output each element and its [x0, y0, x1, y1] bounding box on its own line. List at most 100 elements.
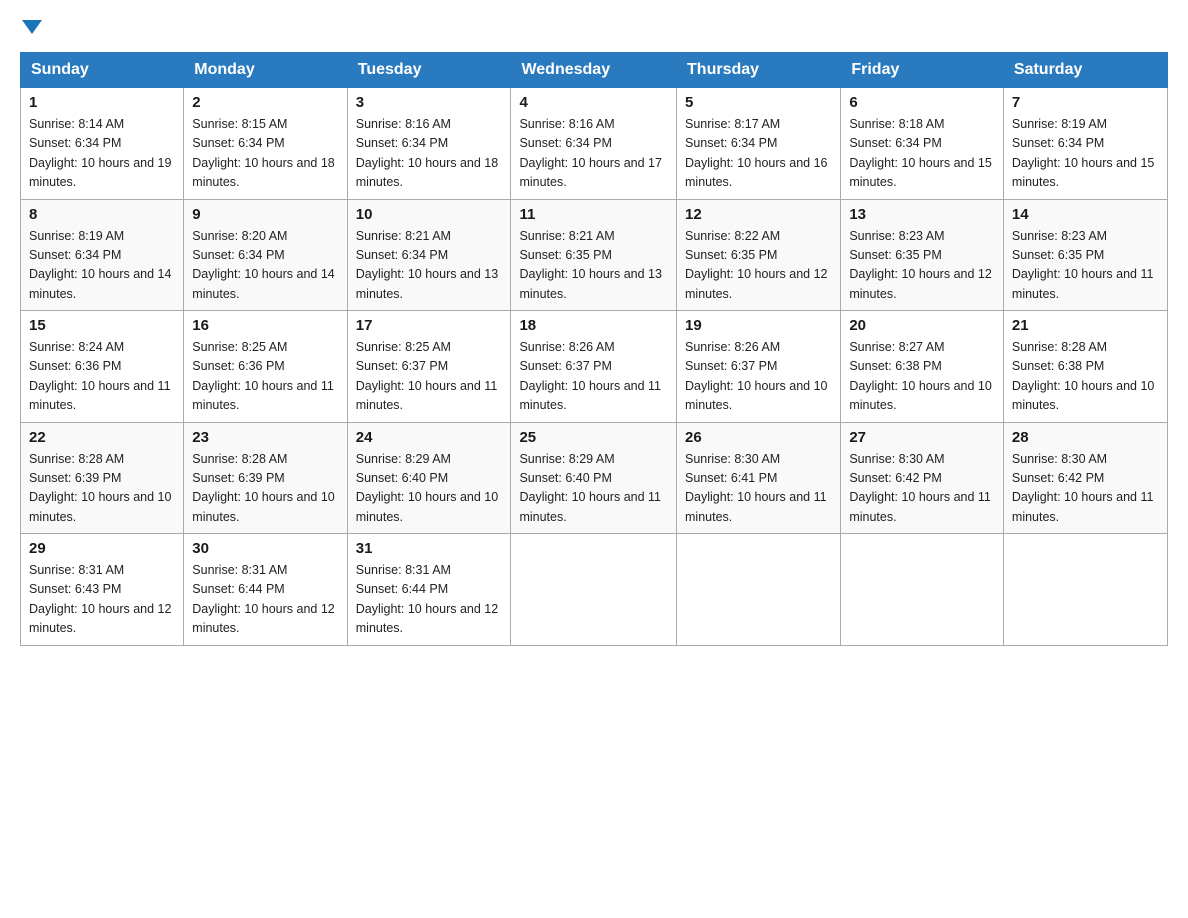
- day-info: Sunrise: 8:21 AMSunset: 6:34 PMDaylight:…: [356, 227, 503, 305]
- calendar-cell: 18 Sunrise: 8:26 AMSunset: 6:37 PMDayligh…: [511, 311, 677, 423]
- day-info: Sunrise: 8:31 AMSunset: 6:44 PMDaylight:…: [356, 561, 503, 639]
- calendar-cell: 11 Sunrise: 8:21 AMSunset: 6:35 PMDayligh…: [511, 199, 677, 311]
- day-number: 26: [685, 429, 832, 446]
- day-number: 20: [849, 317, 995, 334]
- calendar-cell: 3Sunrise: 8:16 AMSunset: 6:34 PMDaylight…: [347, 88, 511, 200]
- day-number: 31: [356, 540, 503, 557]
- day-number: 16: [192, 317, 338, 334]
- calendar-cell: 6 Sunrise: 8:18 AMSunset: 6:34 PMDaylight…: [841, 88, 1004, 200]
- day-number: 14: [1012, 206, 1159, 223]
- day-info: Sunrise: 8:23 AMSunset: 6:35 PMDaylight:…: [1012, 227, 1159, 305]
- day-number: 25: [519, 429, 668, 446]
- day-number: 17: [356, 317, 503, 334]
- calendar-cell: [1003, 534, 1167, 646]
- day-info: Sunrise: 8:26 AMSunset: 6:37 PMDaylight:…: [519, 338, 668, 416]
- calendar-cell: 19Sunrise: 8:26 AMSunset: 6:37 PMDayligh…: [677, 311, 841, 423]
- day-number: 24: [356, 429, 503, 446]
- calendar-cell: 17 Sunrise: 8:25 AMSunset: 6:37 PMDayligh…: [347, 311, 511, 423]
- calendar-cell: 28Sunrise: 8:30 AMSunset: 6:42 PMDayligh…: [1003, 422, 1167, 534]
- calendar-week-row: 15 Sunrise: 8:24 AMSunset: 6:36 PMDayligh…: [21, 311, 1168, 423]
- day-info: Sunrise: 8:27 AMSunset: 6:38 PMDaylight:…: [849, 338, 995, 416]
- calendar-cell: 26 Sunrise: 8:30 AMSunset: 6:41 PMDayligh…: [677, 422, 841, 534]
- calendar-cell: 1Sunrise: 8:14 AMSunset: 6:34 PMDaylight…: [21, 88, 184, 200]
- day-number: 5: [685, 94, 832, 111]
- day-number: 18: [519, 317, 668, 334]
- calendar-cell: 29 Sunrise: 8:31 AMSunset: 6:43 PMDayligh…: [21, 534, 184, 646]
- day-info: Sunrise: 8:20 AMSunset: 6:34 PMDaylight:…: [192, 227, 338, 305]
- calendar-cell: 16 Sunrise: 8:25 AMSunset: 6:36 PMDayligh…: [184, 311, 347, 423]
- day-number: 21: [1012, 317, 1159, 334]
- calendar-header-row: SundayMondayTuesdayWednesdayThursdayFrid…: [21, 53, 1168, 88]
- day-number: 9: [192, 206, 338, 223]
- calendar-cell: 21 Sunrise: 8:28 AMSunset: 6:38 PMDayligh…: [1003, 311, 1167, 423]
- day-info: Sunrise: 8:21 AMSunset: 6:35 PMDaylight:…: [519, 227, 668, 305]
- day-info: Sunrise: 8:23 AMSunset: 6:35 PMDaylight:…: [849, 227, 995, 305]
- day-info: Sunrise: 8:28 AMSunset: 6:39 PMDaylight:…: [192, 450, 338, 528]
- day-info: Sunrise: 8:16 AMSunset: 6:34 PMDaylight:…: [356, 115, 503, 193]
- day-info: Sunrise: 8:29 AMSunset: 6:40 PMDaylight:…: [356, 450, 503, 528]
- day-number: 29: [29, 540, 175, 557]
- calendar-week-row: 8 Sunrise: 8:19 AMSunset: 6:34 PMDaylight…: [21, 199, 1168, 311]
- calendar-cell: [677, 534, 841, 646]
- calendar-cell: 5Sunrise: 8:17 AMSunset: 6:34 PMDaylight…: [677, 88, 841, 200]
- day-number: 30: [192, 540, 338, 557]
- calendar-week-row: 1Sunrise: 8:14 AMSunset: 6:34 PMDaylight…: [21, 88, 1168, 200]
- day-info: Sunrise: 8:18 AMSunset: 6:34 PMDaylight:…: [849, 115, 995, 193]
- day-info: Sunrise: 8:28 AMSunset: 6:38 PMDaylight:…: [1012, 338, 1159, 416]
- calendar-cell: 12 Sunrise: 8:22 AMSunset: 6:35 PMDayligh…: [677, 199, 841, 311]
- day-info: Sunrise: 8:25 AMSunset: 6:36 PMDaylight:…: [192, 338, 338, 416]
- day-info: Sunrise: 8:31 AMSunset: 6:44 PMDaylight:…: [192, 561, 338, 639]
- calendar-cell: 20 Sunrise: 8:27 AMSunset: 6:38 PMDayligh…: [841, 311, 1004, 423]
- calendar-week-row: 22 Sunrise: 8:28 AMSunset: 6:39 PMDayligh…: [21, 422, 1168, 534]
- header-sunday: Sunday: [21, 53, 184, 88]
- calendar-cell: [841, 534, 1004, 646]
- calendar-cell: 23Sunrise: 8:28 AMSunset: 6:39 PMDayligh…: [184, 422, 347, 534]
- calendar-cell: 30 Sunrise: 8:31 AMSunset: 6:44 PMDayligh…: [184, 534, 347, 646]
- day-number: 28: [1012, 429, 1159, 446]
- calendar-cell: 22 Sunrise: 8:28 AMSunset: 6:39 PMDayligh…: [21, 422, 184, 534]
- day-info: Sunrise: 8:30 AMSunset: 6:42 PMDaylight:…: [849, 450, 995, 528]
- calendar-cell: 7Sunrise: 8:19 AMSunset: 6:34 PMDaylight…: [1003, 88, 1167, 200]
- calendar-cell: 4Sunrise: 8:16 AMSunset: 6:34 PMDaylight…: [511, 88, 677, 200]
- header-saturday: Saturday: [1003, 53, 1167, 88]
- calendar-week-row: 29 Sunrise: 8:31 AMSunset: 6:43 PMDayligh…: [21, 534, 1168, 646]
- calendar-cell: 24 Sunrise: 8:29 AMSunset: 6:40 PMDayligh…: [347, 422, 511, 534]
- day-info: Sunrise: 8:19 AMSunset: 6:34 PMDaylight:…: [29, 227, 175, 305]
- calendar-cell: 9 Sunrise: 8:20 AMSunset: 6:34 PMDaylight…: [184, 199, 347, 311]
- day-number: 19: [685, 317, 832, 334]
- day-number: 12: [685, 206, 832, 223]
- day-info: Sunrise: 8:28 AMSunset: 6:39 PMDaylight:…: [29, 450, 175, 528]
- calendar-cell: 25 Sunrise: 8:29 AMSunset: 6:40 PMDayligh…: [511, 422, 677, 534]
- day-number: 11: [519, 206, 668, 223]
- calendar-cell: 27 Sunrise: 8:30 AMSunset: 6:42 PMDayligh…: [841, 422, 1004, 534]
- day-info: Sunrise: 8:24 AMSunset: 6:36 PMDaylight:…: [29, 338, 175, 416]
- calendar-cell: 15 Sunrise: 8:24 AMSunset: 6:36 PMDayligh…: [21, 311, 184, 423]
- day-number: 15: [29, 317, 175, 334]
- header-tuesday: Tuesday: [347, 53, 511, 88]
- day-info: Sunrise: 8:25 AMSunset: 6:37 PMDaylight:…: [356, 338, 503, 416]
- calendar-cell: 2Sunrise: 8:15 AMSunset: 6:34 PMDaylight…: [184, 88, 347, 200]
- page-header: [20, 20, 1168, 34]
- day-info: Sunrise: 8:31 AMSunset: 6:43 PMDaylight:…: [29, 561, 175, 639]
- calendar-cell: 8 Sunrise: 8:19 AMSunset: 6:34 PMDaylight…: [21, 199, 184, 311]
- calendar-cell: 10 Sunrise: 8:21 AMSunset: 6:34 PMDayligh…: [347, 199, 511, 311]
- logo-line1: [20, 20, 42, 34]
- day-number: 2: [192, 94, 338, 111]
- calendar-cell: 13 Sunrise: 8:23 AMSunset: 6:35 PMDayligh…: [841, 199, 1004, 311]
- day-info: Sunrise: 8:19 AMSunset: 6:34 PMDaylight:…: [1012, 115, 1159, 193]
- day-info: Sunrise: 8:14 AMSunset: 6:34 PMDaylight:…: [29, 115, 175, 193]
- day-info: Sunrise: 8:16 AMSunset: 6:34 PMDaylight:…: [519, 115, 668, 193]
- day-number: 13: [849, 206, 995, 223]
- logo: [20, 20, 42, 34]
- day-number: 27: [849, 429, 995, 446]
- day-info: Sunrise: 8:22 AMSunset: 6:35 PMDaylight:…: [685, 227, 832, 305]
- day-number: 22: [29, 429, 175, 446]
- header-friday: Friday: [841, 53, 1004, 88]
- day-info: Sunrise: 8:29 AMSunset: 6:40 PMDaylight:…: [519, 450, 668, 528]
- day-info: Sunrise: 8:30 AMSunset: 6:41 PMDaylight:…: [685, 450, 832, 528]
- day-number: 10: [356, 206, 503, 223]
- logo-triangle-icon: [22, 20, 42, 34]
- calendar-cell: 14 Sunrise: 8:23 AMSunset: 6:35 PMDayligh…: [1003, 199, 1167, 311]
- day-number: 8: [29, 206, 175, 223]
- day-number: 6: [849, 94, 995, 111]
